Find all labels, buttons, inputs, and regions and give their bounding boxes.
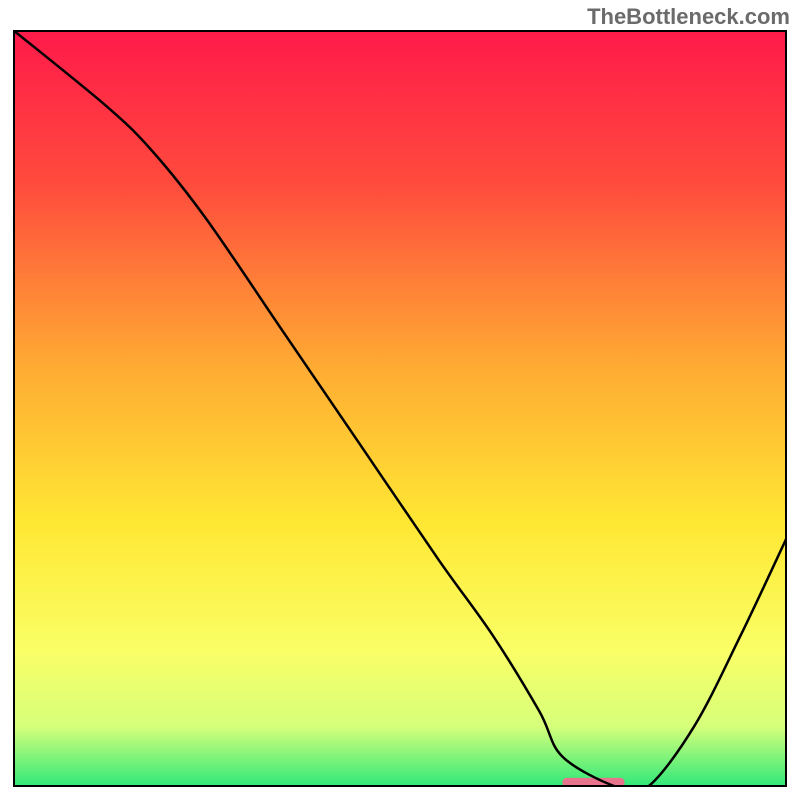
chart-background [13, 30, 787, 787]
chart-container [13, 30, 787, 787]
watermark-text: TheBottleneck.com [587, 4, 790, 30]
bottleneck-chart [13, 30, 787, 787]
